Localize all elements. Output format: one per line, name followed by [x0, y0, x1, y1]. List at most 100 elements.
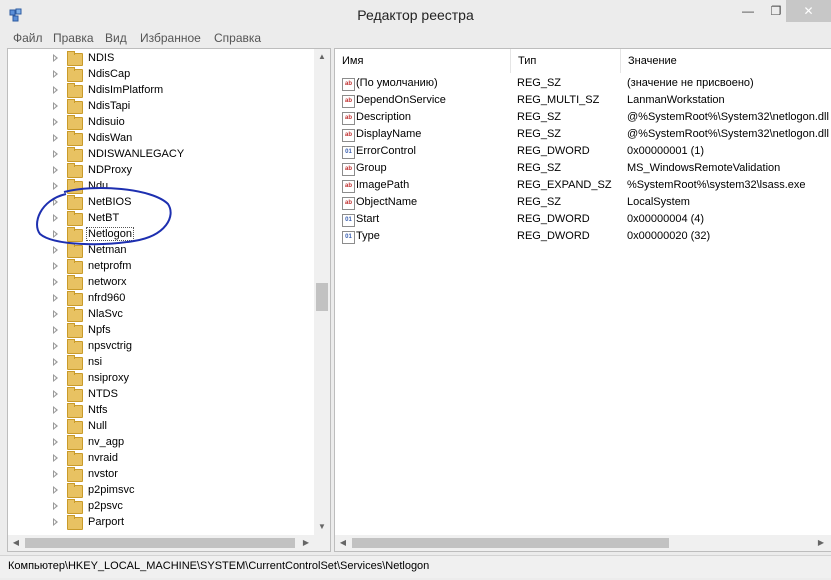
tree-item[interactable]: Ndisuio — [8, 115, 313, 131]
folder-icon — [67, 259, 83, 274]
tree-item[interactable]: Npfs — [8, 323, 313, 339]
expand-arrow-icon[interactable] — [53, 470, 58, 478]
tree-item[interactable]: NdisWan — [8, 131, 313, 147]
menu-favorites[interactable]: Избранное — [140, 31, 201, 45]
menu-help[interactable]: Справка — [214, 31, 261, 45]
tree-horizontal-scroll-thumb[interactable] — [25, 538, 295, 548]
expand-arrow-icon[interactable] — [53, 486, 58, 494]
tree-vertical-scrollbar[interactable]: ▲ ▼ — [314, 49, 330, 535]
value-type: REG_SZ — [517, 77, 562, 89]
expand-arrow-icon[interactable] — [53, 422, 58, 430]
value-data: LanmanWorkstation — [627, 94, 725, 106]
tree-item[interactable]: NetBIOS — [8, 195, 313, 211]
scroll-down-arrow-icon[interactable]: ▼ — [314, 519, 330, 535]
tree-item[interactable]: NdisImPlatform — [8, 83, 313, 99]
folder-icon — [67, 147, 83, 162]
key-tree-pane[interactable]: NDIS NdisCap NdisImPlatform NdisTapi Ndisuio… — [7, 48, 331, 552]
title-bar[interactable]: Редактор реестра — ❐ ✕ — [0, 0, 831, 30]
tree-item[interactable]: npsvctrig — [8, 339, 313, 355]
tree-item[interactable]: Ntfs — [8, 403, 313, 419]
scroll-right-arrow-icon[interactable]: ▶ — [813, 535, 829, 551]
scroll-left-arrow-icon[interactable]: ◀ — [335, 535, 351, 551]
tree-item[interactable]: NdisTapi — [8, 99, 313, 115]
value-row[interactable]: ab (По умолчанию) REG_SZ (значение не присв… — [335, 75, 831, 92]
tree-item[interactable]: NDProxy — [8, 163, 313, 179]
tree-item[interactable]: NDIS — [8, 51, 313, 67]
expand-arrow-icon[interactable] — [53, 246, 58, 254]
value-row[interactable]: 01 Type REG_DWORD 0x00000020 (32) — [335, 228, 831, 245]
menu-file[interactable]: Файл — [13, 31, 43, 45]
tree-item[interactable]: nvstor — [8, 467, 313, 483]
tree-item[interactable]: netprofm — [8, 259, 313, 275]
scroll-left-arrow-icon[interactable]: ◀ — [8, 535, 24, 551]
expand-arrow-icon[interactable] — [53, 118, 58, 126]
expand-arrow-icon[interactable] — [53, 310, 58, 318]
values-list-pane[interactable]: Имя Тип Значение ab (По умолчанию) REG_SZ(… — [334, 48, 831, 552]
value-row[interactable]: ab ImagePath REG_EXPAND_SZ %SystemRoot%\sys… — [335, 177, 831, 194]
expand-arrow-icon[interactable] — [53, 262, 58, 270]
tree-horizontal-scrollbar[interactable]: ◀ ▶ — [8, 535, 314, 551]
column-header-name[interactable]: Имя — [335, 49, 511, 73]
expand-arrow-icon[interactable] — [53, 358, 58, 366]
column-header-type[interactable]: Тип — [511, 49, 621, 73]
expand-arrow-icon[interactable] — [53, 438, 58, 446]
tree-item[interactable]: NDISWANLEGACY — [8, 147, 313, 163]
expand-arrow-icon[interactable] — [53, 182, 58, 190]
expand-arrow-icon[interactable] — [53, 294, 58, 302]
tree-item[interactable]: Null — [8, 419, 313, 435]
expand-arrow-icon[interactable] — [53, 102, 58, 110]
expand-arrow-icon[interactable] — [53, 278, 58, 286]
tree-vertical-scroll-thumb[interactable] — [316, 283, 328, 311]
tree-item[interactable]: nvraid — [8, 451, 313, 467]
expand-arrow-icon[interactable] — [53, 454, 58, 462]
expand-arrow-icon[interactable] — [53, 406, 58, 414]
menu-edit[interactable]: Правка — [53, 31, 94, 45]
list-horizontal-scrollbar[interactable]: ◀ ▶ — [335, 535, 831, 551]
scroll-right-arrow-icon[interactable]: ▶ — [298, 535, 314, 551]
tree-item[interactable]: Parport — [8, 515, 313, 531]
expand-arrow-icon[interactable] — [53, 502, 58, 510]
expand-arrow-icon[interactable] — [53, 150, 58, 158]
value-row[interactable]: 01 Start REG_DWORD 0x00000004 (4) — [335, 211, 831, 228]
tree-item[interactable]: networx — [8, 275, 313, 291]
expand-arrow-icon[interactable] — [53, 54, 58, 62]
tree-item[interactable]: nfrd960 — [8, 291, 313, 307]
menu-view[interactable]: Вид — [105, 31, 127, 45]
tree-item[interactable]: NlaSvc — [8, 307, 313, 323]
tree-item[interactable]: nv_agp — [8, 435, 313, 451]
folder-icon — [67, 355, 83, 370]
close-button[interactable]: ✕ — [786, 0, 831, 22]
tree-item[interactable]: NTDS — [8, 387, 313, 403]
expand-arrow-icon[interactable] — [53, 198, 58, 206]
value-row[interactable]: ab DependOnService REG_MULTI_SZ LanmanWorks… — [335, 92, 831, 109]
value-row[interactable]: ab ObjectName REG_SZ LocalSystem — [335, 194, 831, 211]
tree-item[interactable]: p2pimsvc — [8, 483, 313, 499]
expand-arrow-icon[interactable] — [53, 86, 58, 94]
expand-arrow-icon[interactable] — [53, 374, 58, 382]
expand-arrow-icon[interactable] — [53, 214, 58, 222]
expand-arrow-icon[interactable] — [53, 390, 58, 398]
tree-item[interactable]: Netlogon — [8, 227, 313, 243]
value-row[interactable]: ab Description REG_SZ @%SystemRoot%\System3… — [335, 109, 831, 126]
scroll-up-arrow-icon[interactable]: ▲ — [314, 49, 330, 65]
expand-arrow-icon[interactable] — [53, 230, 58, 238]
tree-item[interactable]: NetBT — [8, 211, 313, 227]
expand-arrow-icon[interactable] — [53, 342, 58, 350]
value-row[interactable]: ab Group REG_SZ MS_WindowsRemoteValidation — [335, 160, 831, 177]
expand-arrow-icon[interactable] — [53, 134, 58, 142]
tree-item-label: Netman — [88, 244, 127, 256]
column-header-value[interactable]: Значение — [621, 49, 831, 73]
value-row[interactable]: 01 ErrorControl REG_DWORD 0x00000001 (1) — [335, 143, 831, 160]
value-row[interactable]: ab DisplayName REG_SZ @%SystemRoot%\System3… — [335, 126, 831, 143]
tree-item[interactable]: NdisCap — [8, 67, 313, 83]
tree-item[interactable]: Ndu — [8, 179, 313, 195]
tree-item[interactable]: nsi — [8, 355, 313, 371]
tree-item[interactable]: nsiproxy — [8, 371, 313, 387]
list-horizontal-scroll-thumb[interactable] — [352, 538, 669, 548]
tree-item[interactable]: p2psvc — [8, 499, 313, 515]
expand-arrow-icon[interactable] — [53, 326, 58, 334]
tree-item[interactable]: Netman — [8, 243, 313, 259]
expand-arrow-icon[interactable] — [53, 518, 58, 526]
expand-arrow-icon[interactable] — [53, 166, 58, 174]
expand-arrow-icon[interactable] — [53, 70, 58, 78]
